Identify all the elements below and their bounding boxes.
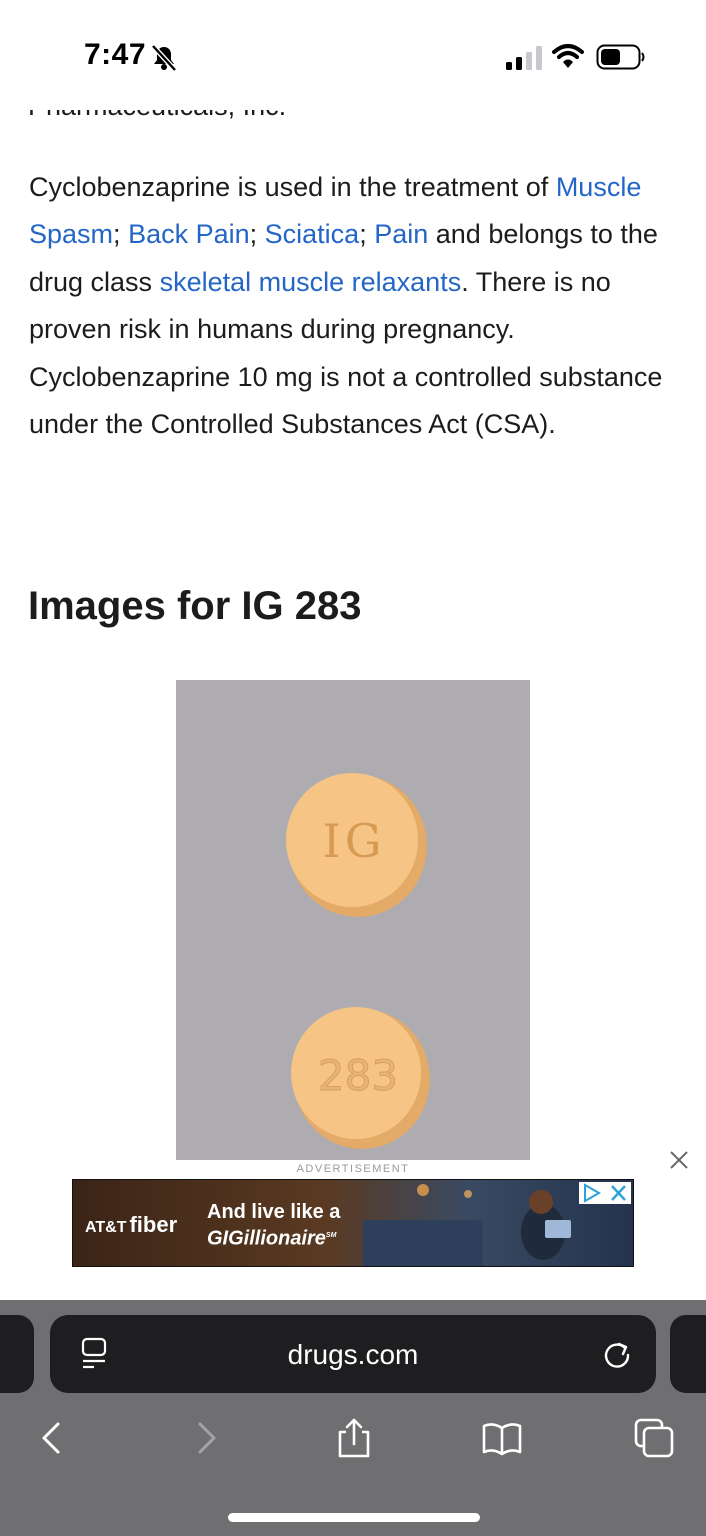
status-time: 7:47 <box>84 38 147 71</box>
previous-tab-peek[interactable] <box>0 1315 34 1393</box>
separator: ; <box>359 219 375 250</box>
separator: ; <box>249 219 265 250</box>
close-icon[interactable] <box>666 1147 692 1173</box>
images-heading: Images for IG 283 <box>28 584 362 628</box>
status-bar: 7:47 <box>0 0 706 110</box>
ad-label: ADVERTISEMENT <box>296 1163 410 1175</box>
ad-headline: And live like a GIGillionaireSM <box>207 1200 340 1251</box>
chevron-right-icon[interactable] <box>184 1416 228 1460</box>
drug-description-paragraph: Cyclobenzaprine is used in the treatment… <box>29 164 681 448</box>
next-tab-peek[interactable] <box>670 1315 706 1393</box>
ad-choices-icon[interactable] <box>579 1182 631 1204</box>
bell-slash-icon <box>151 44 177 72</box>
chevron-left-icon[interactable] <box>30 1416 74 1460</box>
pill-image[interactable]: IG 283 <box>176 680 530 1160</box>
wifi-icon <box>552 44 584 68</box>
battery-icon <box>596 44 645 70</box>
tabs-icon[interactable] <box>632 1416 676 1460</box>
ad-brand: AT&T fiber <box>85 1212 177 1238</box>
ad-brand-main: fiber <box>129 1212 178 1237</box>
link-pain[interactable]: Pain <box>374 219 428 249</box>
address-bar[interactable]: drugs.com <box>50 1315 656 1393</box>
pill-imprint-bottom: 283 <box>318 1051 398 1100</box>
ad-banner[interactable]: AT&T fiber And live like a GIGillionaireS… <box>72 1179 634 1267</box>
ad-brand-prefix: AT&T <box>85 1219 127 1236</box>
book-icon[interactable] <box>480 1416 524 1460</box>
ad-headline-word: GIGillionaire <box>207 1227 326 1250</box>
url-text[interactable]: drugs.com <box>50 1339 656 1371</box>
pill-imprint-top: IG <box>323 814 386 868</box>
ad-headline-line2: GIGillionaireSM <box>207 1224 340 1251</box>
link-drug-class[interactable]: skeletal muscle relaxants <box>160 267 462 297</box>
ad-headline-line1: And live like a <box>207 1201 341 1223</box>
paragraph-text-1: Cyclobenzaprine is used in the treatment… <box>29 172 549 202</box>
cellular-signal-icon <box>506 46 542 70</box>
link-sciatica[interactable]: Sciatica <box>265 219 360 249</box>
reload-icon[interactable] <box>602 1339 632 1369</box>
share-icon[interactable] <box>332 1416 376 1460</box>
link-back-pain[interactable]: Back Pain <box>128 219 250 249</box>
home-indicator[interactable] <box>228 1513 480 1522</box>
separator: ; <box>113 219 129 250</box>
ad-trademark: SM <box>325 1232 337 1239</box>
